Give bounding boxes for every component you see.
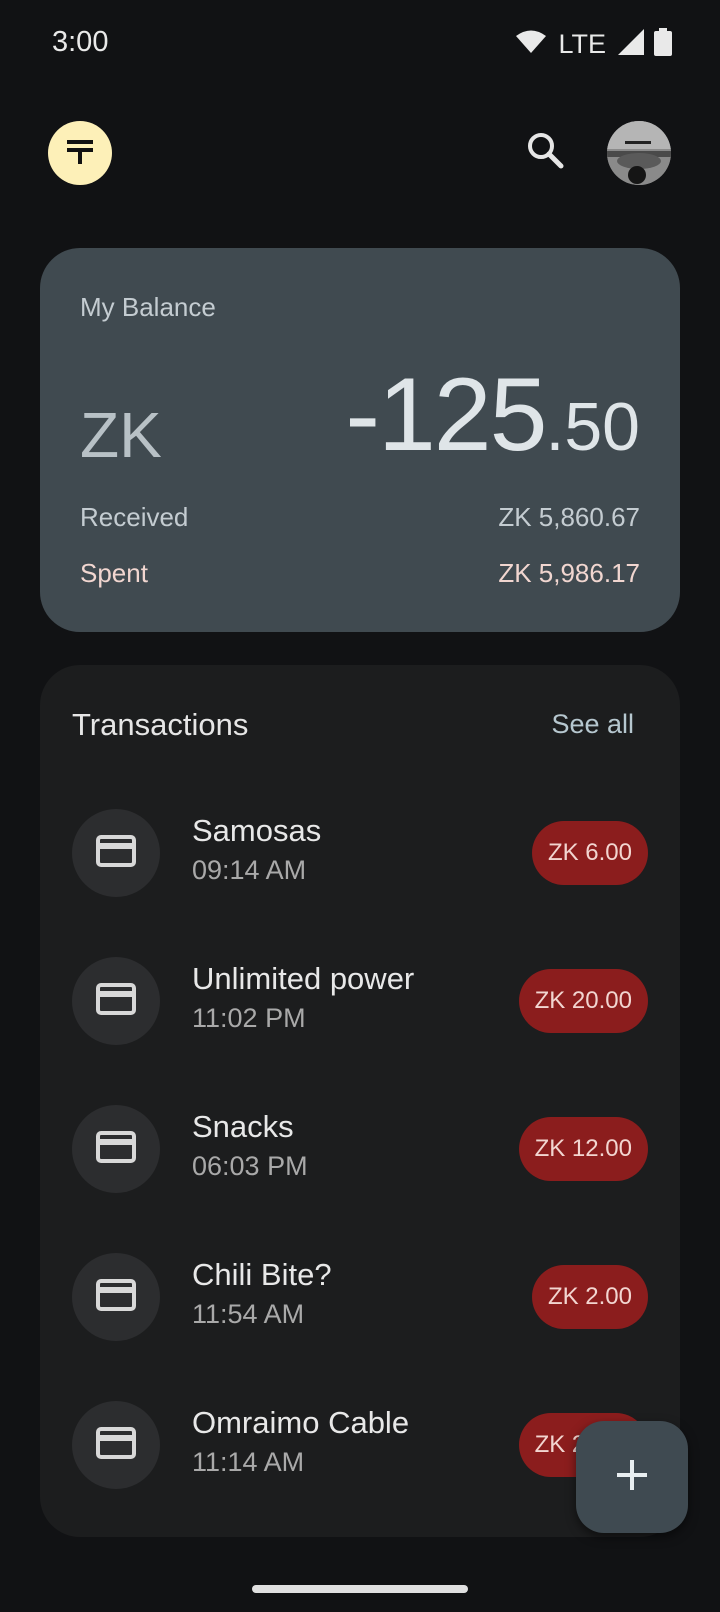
balance-amount-dec: .50	[545, 389, 640, 465]
card-icon	[96, 1130, 136, 1168]
home-indicator[interactable]	[252, 1585, 468, 1593]
card-icon	[96, 982, 136, 1020]
card-icon	[96, 834, 136, 872]
transaction-item[interactable]: Samosas 09:14 AM ZK 6.00	[40, 803, 680, 903]
add-transaction-fab[interactable]	[576, 1421, 688, 1533]
search-icon	[526, 131, 564, 174]
screen: 3:00 LTE My Balance ZK -125.50 Received …	[0, 0, 720, 1612]
transaction-name: Snacks	[192, 1109, 294, 1144]
received-value: ZK 5,860.67	[498, 502, 640, 532]
transaction-amount: ZK 6.00	[531, 821, 648, 885]
see-all-link[interactable]: See all	[551, 709, 634, 740]
profile-avatar[interactable]	[607, 121, 671, 185]
plus-icon	[615, 1458, 649, 1497]
received-label: Received	[80, 502, 189, 532]
transaction-item[interactable]: Snacks 06:03 PM ZK 12.00	[40, 1099, 680, 1199]
transactions-title: Transactions	[72, 707, 249, 742]
currency-logo-icon	[65, 138, 95, 169]
balance-amount: -125.50	[345, 356, 640, 475]
transaction-time: 11:54 AM	[192, 1299, 305, 1329]
balance-amount-int: -125	[345, 357, 547, 473]
network-type: LTE	[558, 29, 606, 59]
card-icon	[96, 1426, 136, 1464]
transaction-icon-container	[72, 1401, 160, 1489]
transaction-time: 11:14 AM	[192, 1447, 305, 1477]
transaction-time: 06:03 PM	[192, 1151, 308, 1181]
status-icons: LTE	[516, 28, 672, 61]
transaction-name: Unlimited power	[192, 961, 415, 996]
balance-currency: ZK	[80, 399, 162, 471]
cell-signal-icon	[618, 29, 644, 60]
battery-icon	[654, 28, 672, 61]
balance-card: My Balance ZK -125.50 Received ZK 5,860.…	[40, 248, 680, 632]
card-icon	[96, 1278, 136, 1316]
app-logo-button[interactable]	[48, 121, 112, 185]
transaction-item[interactable]: Unlimited power 11:02 PM ZK 20.00	[40, 951, 680, 1051]
transaction-name: Chili Bite?	[192, 1257, 332, 1292]
transaction-amount: ZK 2.00	[531, 1265, 648, 1329]
transaction-icon-container	[72, 957, 160, 1045]
transaction-time: 11:02 PM	[192, 1003, 306, 1033]
transaction-icon-container	[72, 809, 160, 897]
transaction-name: Samosas	[192, 813, 322, 848]
search-button[interactable]	[523, 130, 567, 174]
transaction-icon-container	[72, 1253, 160, 1341]
transactions-card: Transactions See all Samosas 09:14 AM ZK…	[40, 665, 680, 1537]
transaction-item[interactable]: Chili Bite? 11:54 AM ZK 2.00	[40, 1247, 680, 1347]
transaction-icon-container	[72, 1105, 160, 1193]
spent-label: Spent	[80, 558, 148, 588]
transaction-time: 09:14 AM	[192, 855, 307, 885]
transaction-amount: ZK 12.00	[518, 1117, 648, 1181]
transaction-name: Omraimo Cable	[192, 1405, 410, 1440]
spent-value: ZK 5,986.17	[498, 558, 640, 588]
transaction-amount: ZK 20.00	[518, 969, 648, 1033]
wifi-icon	[516, 30, 547, 59]
status-time: 3:00	[52, 26, 109, 58]
status-bar: 3:00 LTE	[0, 0, 720, 90]
balance-label: My Balance	[80, 292, 216, 322]
